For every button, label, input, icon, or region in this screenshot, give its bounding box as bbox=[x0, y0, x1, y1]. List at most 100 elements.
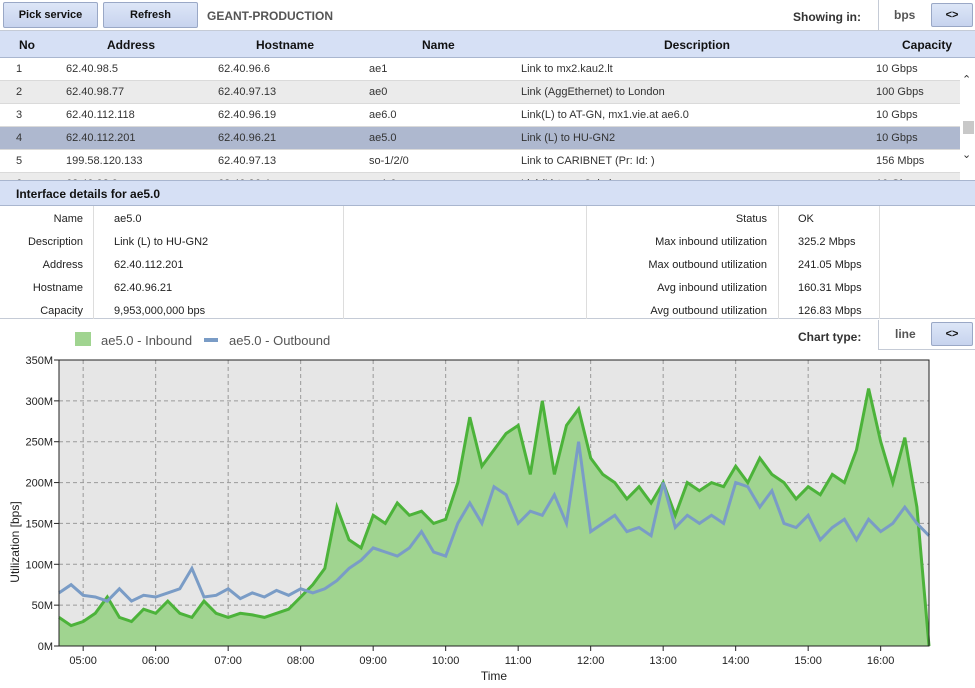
y-tick-label: 150M bbox=[25, 518, 53, 530]
legend-outbound-label[interactable]: ae5.0 - Outbound bbox=[229, 333, 330, 348]
column-header-no[interactable]: No bbox=[19, 38, 35, 52]
x-tick-label: 10:00 bbox=[432, 655, 460, 667]
refresh-button[interactable]: Refresh bbox=[103, 2, 198, 28]
detail-label: Status bbox=[735, 213, 767, 225]
column-header-address[interactable]: Address bbox=[107, 38, 155, 52]
y-tick-label: 50M bbox=[32, 600, 53, 612]
cell-no: 2 bbox=[16, 86, 23, 98]
legend-inbound-swatch bbox=[75, 332, 91, 346]
y-axis-label: Utilization [bps] bbox=[8, 501, 22, 582]
detail-value: 325.2 Mbps bbox=[798, 236, 856, 248]
unit-selector: bps <> bbox=[878, 0, 975, 31]
x-tick-label: 14:00 bbox=[722, 655, 750, 667]
cell-description: Link (AggEthernet) to London bbox=[521, 86, 665, 98]
table-row[interactable]: 3 62.40.112.118 62.40.96.19 ae6.0 Link(L) to… bbox=[0, 104, 960, 127]
detail-label: Avg inbound utilization bbox=[657, 282, 767, 294]
x-tick-label: 07:00 bbox=[214, 655, 242, 667]
table-row[interactable]: 5 199.58.120.133 62.40.97.13 so-1/2/0 Link t… bbox=[0, 150, 960, 173]
column-header-description[interactable]: Description bbox=[664, 38, 730, 52]
unit-toggle-button[interactable]: <> bbox=[931, 3, 973, 27]
column-header-capacity[interactable]: Capacity bbox=[902, 38, 952, 52]
detail-value: 126.83 Mbps bbox=[798, 305, 862, 317]
detail-value: OK bbox=[798, 213, 814, 225]
x-tick-label: 12:00 bbox=[577, 655, 605, 667]
y-tick-label: 250M bbox=[25, 437, 53, 449]
cell-address: 62.40.112.118 bbox=[66, 109, 135, 121]
y-tick-label: 100M bbox=[25, 559, 53, 571]
detail-value: 160.31 Mbps bbox=[798, 282, 862, 294]
cell-name: ae6.0 bbox=[369, 109, 397, 121]
column-header-hostname[interactable]: Hostname bbox=[256, 38, 314, 52]
table-row[interactable]: 2 62.40.98.77 62.40.97.13 ae0 Link (AggEther… bbox=[0, 81, 960, 104]
scrollbar-thumb[interactable] bbox=[963, 121, 974, 134]
cell-capacity: 100 Gbps bbox=[876, 86, 924, 98]
utilization-chart: 0M 50M 100M 150M 200M 250M 300M 350M 05:00 06:00… bbox=[8, 355, 931, 683]
legend-inbound-label[interactable]: ae5.0 - Inbound bbox=[101, 333, 192, 348]
cell-capacity: 156 Mbps bbox=[876, 155, 925, 167]
cell-no: 3 bbox=[16, 109, 23, 121]
cell-no: 1 bbox=[16, 63, 23, 75]
cell-address: 199.58.120.133 bbox=[66, 155, 143, 167]
cell-name: ae0 bbox=[369, 86, 388, 98]
cell-description: Link to CARIBNET (Pr: Id: ) bbox=[521, 155, 655, 167]
detail-value: 62.40.112.201 bbox=[114, 259, 184, 271]
x-tick-label: 08:00 bbox=[287, 655, 315, 667]
x-tick-label: 15:00 bbox=[794, 655, 822, 667]
table-row[interactable]: 1 62.40.98.5 62.40.96.6 ae1 Link to mx2.kau2… bbox=[0, 58, 960, 81]
interfaces-table: No Address Hostname Name Description Cap… bbox=[0, 31, 975, 180]
chevron-down-icon[interactable]: ⌄ bbox=[962, 148, 971, 161]
x-tick-label: 06:00 bbox=[142, 655, 170, 667]
cell-address: 62.40.98.5 bbox=[66, 63, 118, 75]
interface-details-title: Interface details for ae5.0 bbox=[16, 187, 161, 201]
table-header: No Address Hostname Name Description Cap… bbox=[0, 31, 975, 58]
cell-address: 62.40.98.77 bbox=[66, 86, 125, 98]
detail-label: Max inbound utilization bbox=[655, 236, 767, 248]
cell-no: 5 bbox=[16, 155, 23, 167]
cell-capacity: 10 Gbps bbox=[876, 109, 918, 121]
x-tick-label: 13:00 bbox=[649, 655, 677, 667]
chart-type-toggle-button[interactable]: <> bbox=[931, 322, 973, 346]
table-row[interactable]: 4 62.40.112.201 62.40.96.21 ae5.0 Link (L) t… bbox=[0, 127, 960, 150]
detail-label: Avg outbound utilization bbox=[650, 305, 767, 317]
toolbar: Pick service Refresh GEANT-PRODUCTION Sh… bbox=[0, 0, 975, 31]
cell-no: 4 bbox=[16, 132, 23, 144]
detail-value: 241.05 Mbps bbox=[798, 259, 862, 271]
legend-outbound-swatch bbox=[204, 338, 218, 342]
chart-type-label: Chart type: bbox=[798, 330, 862, 344]
x-axis-label: Time bbox=[481, 669, 508, 683]
detail-label: Max outbound utilization bbox=[648, 259, 767, 271]
detail-label: Name bbox=[53, 213, 83, 225]
chart-legend-bar: ae5.0 - Inbound ae5.0 - Outbound Chart t… bbox=[0, 320, 975, 355]
cell-capacity: 10 Gbps bbox=[876, 132, 918, 144]
cell-name: so-1/2/0 bbox=[369, 155, 409, 167]
y-tick-label: 0M bbox=[38, 641, 53, 653]
pick-service-button[interactable]: Pick service bbox=[3, 2, 98, 28]
detail-label: Address bbox=[42, 259, 83, 271]
cell-description: Link (L) to HU-GN2 bbox=[521, 132, 616, 144]
cell-hostname: 62.40.97.13 bbox=[218, 86, 277, 98]
cell-address: 62.40.112.201 bbox=[66, 132, 136, 144]
table-scrollbar[interactable]: ⌃ ⌄ bbox=[961, 58, 975, 180]
y-tick-label: 200M bbox=[25, 478, 53, 490]
showing-in-label: Showing in: bbox=[793, 10, 861, 24]
chevron-up-icon[interactable]: ⌃ bbox=[962, 73, 971, 86]
cell-hostname: 62.40.97.13 bbox=[218, 155, 277, 167]
interface-details-panel: Name ae5.0 Description Link (L) to HU-GN2 Ad… bbox=[0, 206, 975, 319]
cell-hostname: 62.40.96.19 bbox=[218, 109, 277, 121]
detail-label: Hostname bbox=[32, 282, 83, 294]
x-tick-label: 16:00 bbox=[867, 655, 895, 667]
column-header-name[interactable]: Name bbox=[422, 38, 455, 52]
interface-details-header: Interface details for ae5.0 bbox=[0, 180, 975, 206]
detail-value: ae5.0 bbox=[114, 213, 142, 225]
x-tick-label: 11:00 bbox=[505, 655, 532, 667]
cell-hostname: 62.40.96.21 bbox=[218, 132, 277, 144]
detail-value: Link (L) to HU-GN2 bbox=[114, 236, 209, 248]
service-name: GEANT-PRODUCTION bbox=[207, 9, 333, 23]
detail-label: Description bbox=[27, 236, 83, 248]
cell-hostname: 62.40.96.6 bbox=[218, 63, 270, 75]
x-tick-label: 09:00 bbox=[359, 655, 387, 667]
table-row[interactable]: 662.40.98.962.40.96.4ae1.0Link(L) to mx2… bbox=[0, 173, 960, 180]
y-tick-label: 350M bbox=[25, 355, 53, 367]
chart-type-selector: line <> bbox=[878, 320, 975, 350]
cell-description: Link to mx2.kau2.lt bbox=[521, 63, 613, 75]
